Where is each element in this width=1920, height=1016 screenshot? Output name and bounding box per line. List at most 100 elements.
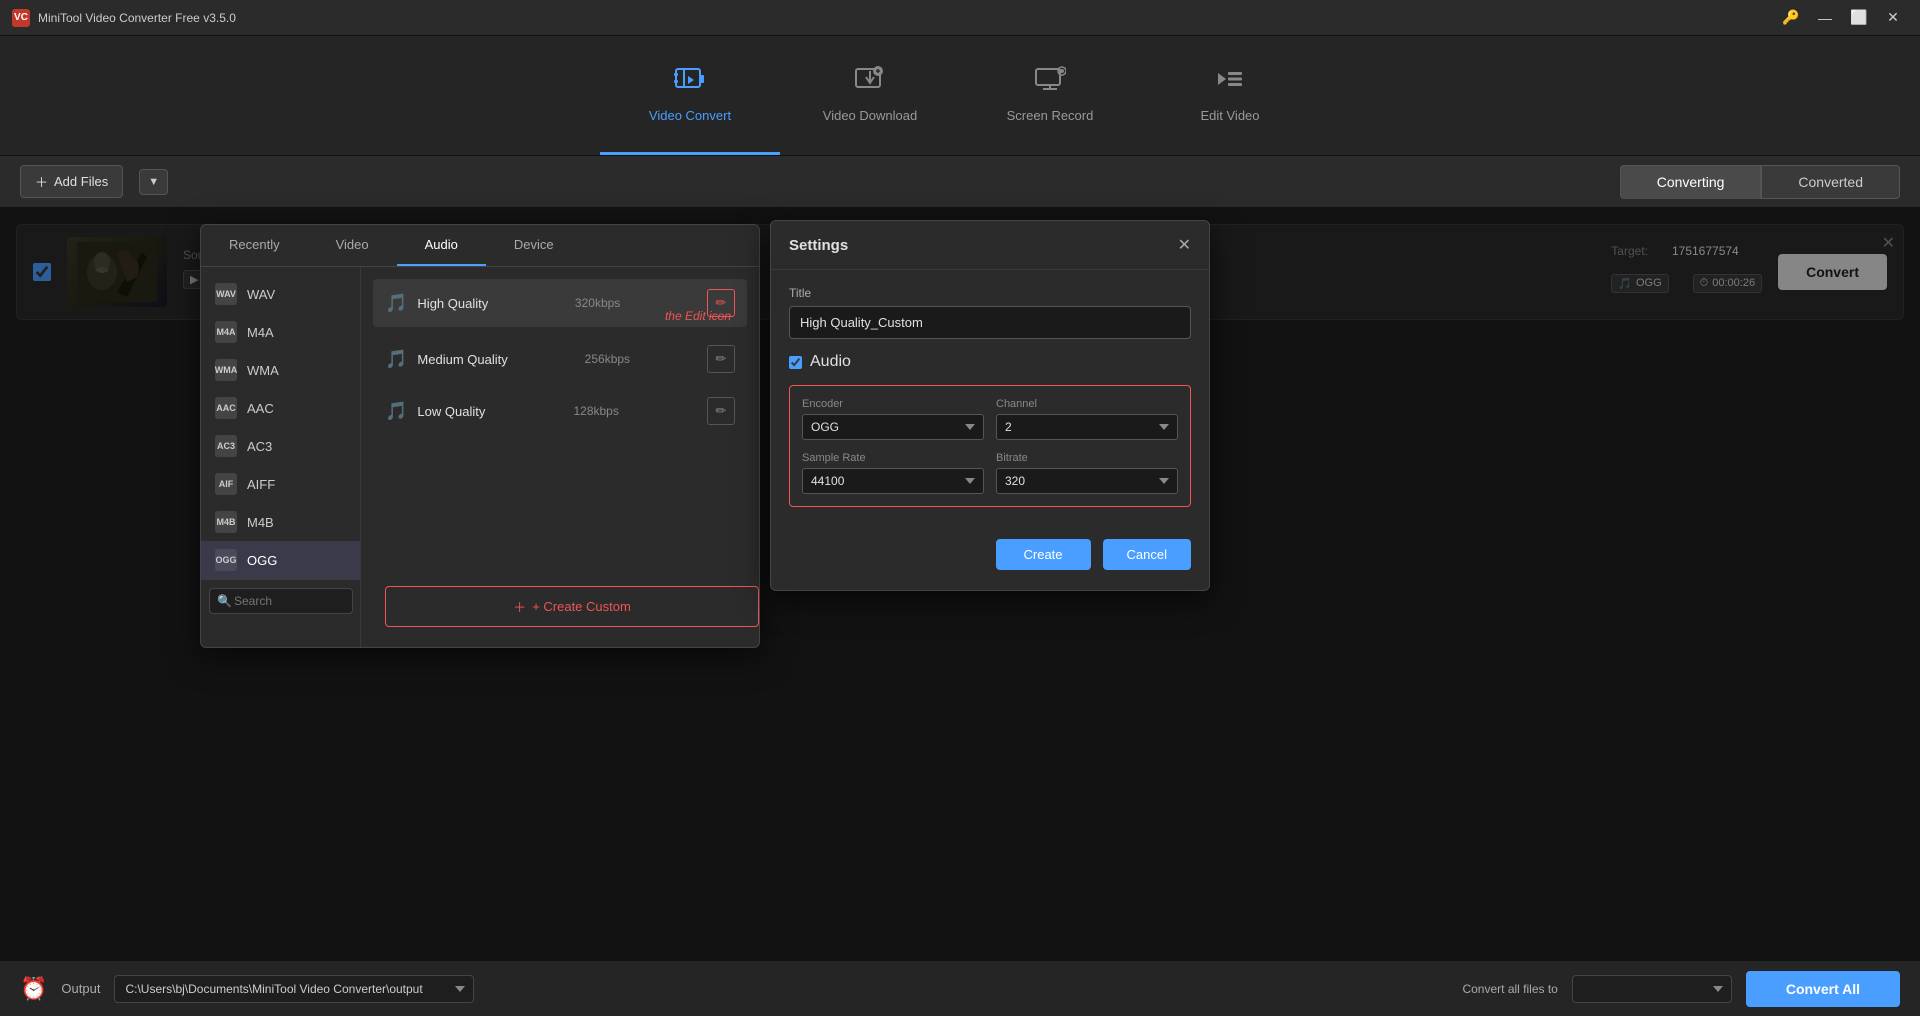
aiff-icon: AIF [215,473,237,495]
add-files-label: Add Files [54,174,108,189]
quality-file-icon-medium: 🎵 [385,349,407,370]
sidebar-item-aac[interactable]: AAC AAC [201,389,360,427]
settings-grid: Encoder OGG MP3 AAC FLAC Channel 1 2 Sam… [789,385,1191,507]
settings-title: Settings [789,237,848,254]
settings-header: Settings ✕ [771,221,1209,270]
output-path-select[interactable]: C:\Users\bj\Documents\MiniTool Video Con… [114,975,474,1003]
settings-cancel-button[interactable]: Cancel [1103,539,1191,570]
settings-body: Title Audio Encoder OGG MP3 AAC FLAC Cha… [771,270,1209,523]
quality-high-left: 🎵 High Quality [385,293,488,314]
quality-low-name: Low Quality [417,404,485,419]
encoder-select[interactable]: OGG MP3 AAC FLAC [802,414,984,440]
maximize-btn[interactable]: ⬜ [1844,8,1874,28]
sidebar-item-ac3[interactable]: AC3 AC3 [201,427,360,465]
converted-tab[interactable]: Converted [1761,165,1900,199]
format-list-panel: WAV WAV M4A M4A WMA WMA AAC AAC AC3 AC [201,267,759,647]
audio-checkbox[interactable] [789,356,802,369]
format-tabs: Recently Video Audio Device [201,225,759,267]
key-btn[interactable]: 🔑 [1776,8,1806,28]
create-custom-button[interactable]: ＋ + Create Custom [385,586,759,627]
minimize-btn[interactable]: — [1810,8,1840,28]
title-bar: VC MiniTool Video Converter Free v3.5.0 … [0,0,1920,36]
quality-file-icon-low: 🎵 [385,401,407,422]
sidebar-item-aiff[interactable]: AIF AIFF [201,465,360,503]
quality-medium-left: 🎵 Medium Quality [385,349,508,370]
settings-dialog: Settings ✕ Title Audio Encoder OGG MP3 A… [770,220,1210,591]
top-nav: Video Convert Video Download [0,36,1920,156]
settings-footer: Create Cancel [771,523,1209,570]
video-download-icon [854,65,886,100]
toolbar: ＋ Add Files ▼ Converting Converted [0,156,1920,208]
nav-edit-video[interactable]: Edit Video [1140,36,1320,155]
ac3-icon: AC3 [215,435,237,457]
encoder-field: Encoder OGG MP3 AAC FLAC [802,398,984,440]
settings-close-button[interactable]: ✕ [1178,235,1191,255]
bitrate-select[interactable]: 320 256 192 128 [996,468,1178,494]
video-convert-icon [674,65,706,100]
convert-all-select[interactable] [1572,975,1732,1003]
quality-file-icon-high: 🎵 [385,293,407,314]
wma-icon: WMA [215,359,237,381]
sidebar-item-m4a[interactable]: M4A M4A [201,313,360,351]
quality-item-medium[interactable]: 🎵 Medium Quality 256kbps ✏ [373,335,747,383]
edit-low-quality-button[interactable]: ✏ [707,397,735,425]
sidebar-item-m4b[interactable]: M4B M4B [201,503,360,541]
converting-tabs: Converting Converted [1620,165,1900,199]
add-files-button[interactable]: ＋ Add Files [20,165,123,198]
sample-rate-select[interactable]: 44100 48000 32000 22050 [802,468,984,494]
nav-screen-record-label: Screen Record [1007,108,1094,123]
status-bar: ⏰ Output C:\Users\bj\Documents\MiniTool … [0,960,1920,1016]
quality-medium-bitrate: 256kbps [585,352,630,366]
quality-panel: 🎵 High Quality 320kbps ✏ the Edit icon 🎵… [361,267,759,647]
search-input[interactable] [209,588,353,614]
clock-icon: ⏰ [20,976,47,1002]
edit-video-icon [1214,65,1246,100]
search-box-wrap: 🔍 [201,579,361,622]
audio-check-row: Audio [789,353,1191,371]
app-logo: VC [12,9,30,27]
quality-low-left: 🎵 Low Quality [385,401,485,422]
m4a-icon: M4A [215,321,237,343]
quality-item-low[interactable]: 🎵 Low Quality 128kbps ✏ [373,387,747,435]
format-sidebar: WAV WAV M4A M4A WMA WMA AAC AAC AC3 AC [201,267,361,647]
create-custom-label: + Create Custom [532,599,631,614]
channel-select[interactable]: 1 2 [996,414,1178,440]
add-files-dropdown[interactable]: ▼ [139,169,168,195]
edit-annotation: the Edit icon [665,309,731,323]
format-tab-device[interactable]: Device [486,225,582,266]
nav-video-download[interactable]: Video Download [780,36,960,155]
settings-create-button[interactable]: Create [996,539,1091,570]
converting-tab[interactable]: Converting [1620,165,1762,199]
close-window-btn[interactable]: ✕ [1878,8,1908,28]
quality-high-bitrate: 320kbps [575,296,620,310]
nav-video-download-label: Video Download [823,108,917,123]
m4b-icon: M4B [215,511,237,533]
sample-rate-field: Sample Rate 44100 48000 32000 22050 [802,452,984,494]
nav-video-convert[interactable]: Video Convert [600,36,780,155]
nav-screen-record[interactable]: Screen Record [960,36,1140,155]
convert-all-files-label: Convert all files to [1462,982,1557,996]
aac-icon: AAC [215,397,237,419]
quality-low-bitrate: 128kbps [573,404,618,418]
channel-field: Channel 1 2 [996,398,1178,440]
bitrate-label: Bitrate [996,452,1178,464]
format-panel: Recently Video Audio Device WAV WAV M4A … [200,224,760,648]
sidebar-item-wav[interactable]: WAV WAV [201,275,360,313]
title-input[interactable] [789,306,1191,339]
bitrate-field: Bitrate 320 256 192 128 [996,452,1178,494]
channel-label: Channel [996,398,1178,410]
nav-edit-video-label: Edit Video [1200,108,1259,123]
app-title: MiniTool Video Converter Free v3.5.0 [38,11,236,25]
ogg-icon: OGG [215,549,237,571]
nav-video-convert-label: Video Convert [649,108,731,123]
edit-medium-quality-button[interactable]: ✏ [707,345,735,373]
sidebar-item-wma[interactable]: WMA WMA [201,351,360,389]
format-tab-recently[interactable]: Recently [201,225,308,266]
title-bar-left: VC MiniTool Video Converter Free v3.5.0 [12,9,236,27]
create-custom-plus-icon: ＋ [513,597,526,616]
sidebar-item-ogg[interactable]: OGG OGG [201,541,360,579]
format-tab-video[interactable]: Video [308,225,397,266]
convert-all-button[interactable]: Convert All [1746,971,1900,1007]
wav-icon: WAV [215,283,237,305]
format-tab-audio[interactable]: Audio [397,225,486,266]
